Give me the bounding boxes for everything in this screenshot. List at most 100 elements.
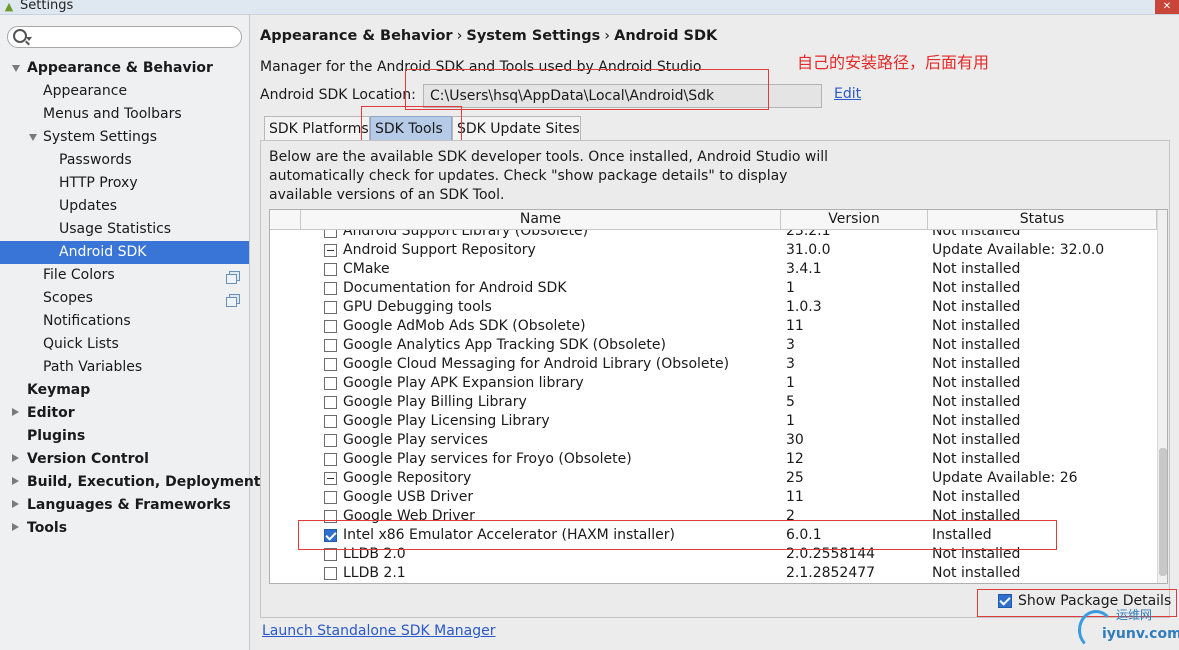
row-name: Android Support Repository — [343, 242, 536, 258]
row-checkbox[interactable] — [324, 548, 337, 561]
row-checkbox[interactable] — [324, 453, 337, 466]
sidebar-item-version-control[interactable]: Version Control — [0, 448, 249, 471]
row-checkbox[interactable] — [324, 339, 337, 352]
expand-arrow-icon[interactable] — [29, 134, 37, 141]
tab-sdk-update-sites[interactable]: SDK Update Sites — [452, 116, 581, 140]
sidebar-item-file-colors[interactable]: File Colors — [0, 264, 249, 287]
row-status: Not installed — [932, 337, 1021, 353]
row-status: Not installed — [932, 451, 1021, 467]
sidebar-item-editor[interactable]: Editor — [0, 402, 249, 425]
scrollbar-thumb[interactable] — [1159, 448, 1167, 576]
sidebar-item-path-variables[interactable]: Path Variables — [0, 356, 249, 379]
table-row[interactable]: LLDB 2.0 2.0.2558144 Not installed — [270, 545, 1157, 564]
row-checkbox[interactable] — [324, 282, 337, 295]
table-row[interactable]: LLDB 2.1 2.1.2852477 Not installed — [270, 564, 1157, 583]
sidebar-item-android-sdk[interactable]: Android SDK — [0, 241, 249, 264]
close-button[interactable]: ✕ — [1155, 0, 1179, 14]
collapse-arrow-icon[interactable] — [12, 408, 19, 416]
row-version: 3 — [786, 337, 795, 353]
table-scrollbar[interactable] — [1157, 210, 1167, 583]
sidebar-item-notifications[interactable]: Notifications — [0, 310, 249, 333]
row-status: Not installed — [932, 432, 1021, 448]
edit-link[interactable]: Edit — [834, 86, 861, 102]
row-name: Google Cloud Messaging for Android Libra… — [343, 356, 730, 372]
search-dropdown-icon[interactable] — [26, 37, 32, 41]
sidebar-item-http-proxy[interactable]: HTTP Proxy — [0, 172, 249, 195]
row-checkbox[interactable] — [324, 377, 337, 390]
row-name: Google Play APK Expansion library — [343, 375, 584, 391]
row-status: Installed — [932, 527, 992, 543]
collapse-arrow-icon[interactable] — [12, 477, 19, 485]
row-name: LLDB 2.1 — [343, 565, 406, 581]
table-row[interactable]: Google Cloud Messaging for Android Libra… — [270, 355, 1157, 374]
header-name[interactable]: Name — [301, 210, 781, 229]
sidebar-item-appearance-behavior[interactable]: Appearance & Behavior — [0, 57, 249, 80]
table-row[interactable]: Intel x86 Emulator Accelerator (HAXM ins… — [270, 526, 1157, 545]
collapse-arrow-icon[interactable] — [12, 523, 19, 531]
sidebar-item-passwords[interactable]: Passwords — [0, 149, 249, 172]
sidebar-item-system-settings[interactable]: System Settings — [0, 126, 249, 149]
table-row[interactable]: Android Support Repository 31.0.0 Update A… — [270, 241, 1157, 260]
table-row[interactable]: GPU Debugging tools 1.0.3 Not installed — [270, 298, 1157, 317]
row-checkbox[interactable] — [324, 263, 337, 276]
row-checkbox[interactable] — [324, 358, 337, 371]
launch-standalone-sdk-manager-link[interactable]: Launch Standalone SDK Manager — [262, 623, 496, 639]
expand-arrow-icon[interactable] — [12, 65, 20, 72]
row-checkbox[interactable] — [324, 567, 337, 580]
sidebar-item-label: System Settings — [43, 129, 158, 145]
tab-sdk-platforms[interactable]: SDK Platforms — [264, 116, 370, 140]
sidebar-item-plugins[interactable]: Plugins — [0, 425, 249, 448]
row-checkbox[interactable] — [324, 529, 337, 542]
sidebar-item-label: Scopes — [43, 290, 93, 306]
sidebar-item-label: Editor — [27, 405, 75, 421]
table-row[interactable]: Documentation for Android SDK 1 Not instal… — [270, 279, 1157, 298]
header-version[interactable]: Version — [781, 210, 928, 229]
sidebar-item-menus-and-toolbars[interactable]: Menus and Toolbars — [0, 103, 249, 126]
row-checkbox[interactable] — [324, 244, 337, 257]
row-checkbox[interactable] — [324, 396, 337, 409]
sdk-location-field[interactable] — [423, 84, 822, 108]
sidebar-item-build-execution-deployment[interactable]: Build, Execution, Deployment — [0, 471, 261, 494]
row-checkbox[interactable] — [324, 472, 337, 485]
sidebar-item-updates[interactable]: Updates — [0, 195, 249, 218]
table-row[interactable]: Google AdMob Ads SDK (Obsolete) 11 Not ins… — [270, 317, 1157, 336]
table-row[interactable]: Google Web Driver 2 Not installed — [270, 507, 1157, 526]
table-row[interactable]: Google Play Licensing Library 1 Not instal… — [270, 412, 1157, 431]
table-row[interactable]: Google Repository 25 Update Available: 26 — [270, 469, 1157, 488]
sidebar-item-tools[interactable]: Tools — [0, 517, 249, 540]
row-checkbox[interactable] — [324, 301, 337, 314]
table-row[interactable]: Google USB Driver 11 Not installed — [270, 488, 1157, 507]
search-input[interactable] — [36, 28, 240, 48]
search-box[interactable] — [7, 26, 242, 48]
table-header: Name Version Status — [270, 210, 1157, 230]
sidebar-item-scopes[interactable]: Scopes — [0, 287, 249, 310]
sidebar-item-label: Path Variables — [43, 359, 143, 375]
row-status: Not installed — [932, 318, 1021, 334]
sidebar-item-appearance[interactable]: Appearance — [0, 80, 249, 103]
row-name: Google Play services — [343, 432, 488, 448]
header-status[interactable]: Status — [928, 210, 1157, 229]
sidebar-item-quick-lists[interactable]: Quick Lists — [0, 333, 249, 356]
row-checkbox[interactable] — [324, 434, 337, 447]
checkbox-checked-icon[interactable] — [998, 594, 1012, 608]
sidebar-item-usage-statistics[interactable]: Usage Statistics — [0, 218, 249, 241]
sidebar-item-languages-frameworks[interactable]: Languages & Frameworks — [0, 494, 249, 517]
watermark-logo: 运维网 iyunv.com — [1076, 604, 1179, 650]
row-checkbox[interactable] — [324, 510, 337, 523]
table-row[interactable]: CMake 3.4.1 Not installed — [270, 260, 1157, 279]
table-row[interactable]: Google Analytics App Tracking SDK (Obsol… — [270, 336, 1157, 355]
row-status: Not installed — [932, 508, 1021, 524]
table-row[interactable]: Google Play services for Froyo (Obsolete… — [270, 450, 1157, 469]
collapse-arrow-icon[interactable] — [12, 454, 19, 462]
table-row[interactable]: Google Play Billing Library 5 Not installe… — [270, 393, 1157, 412]
row-checkbox[interactable] — [324, 415, 337, 428]
row-checkbox[interactable] — [324, 320, 337, 333]
table-row[interactable]: Google Play services 30 Not installed — [270, 431, 1157, 450]
collapse-arrow-icon[interactable] — [12, 500, 19, 508]
table-row[interactable]: Google Play APK Expansion library 1 Not in… — [270, 374, 1157, 393]
sidebar-item-keymap[interactable]: Keymap — [0, 379, 249, 402]
sidebar-item-label: HTTP Proxy — [59, 175, 138, 191]
row-version: 2 — [786, 508, 795, 524]
tab-sdk-tools[interactable]: SDK Tools — [370, 116, 452, 140]
row-checkbox[interactable] — [324, 491, 337, 504]
